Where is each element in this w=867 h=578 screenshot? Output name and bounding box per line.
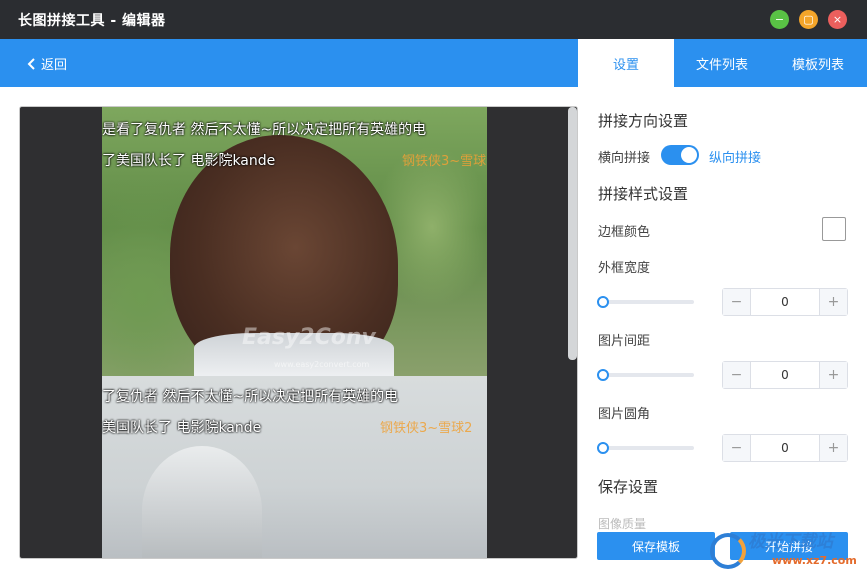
radius-slider[interactable] xyxy=(597,442,694,454)
spacing-value[interactable]: 0 xyxy=(751,362,819,388)
style-section-title: 拼接样式设置 xyxy=(598,185,689,203)
video-watermark: 钢铁侠3~雪球 xyxy=(402,154,487,169)
increment-button[interactable]: + xyxy=(819,435,847,461)
increment-button[interactable]: + xyxy=(819,289,847,315)
radius-label: 图片圆角 xyxy=(598,407,651,422)
outer-width-value[interactable]: 0 xyxy=(751,289,819,315)
outer-width-slider[interactable] xyxy=(597,296,694,308)
building-dome xyxy=(142,446,262,558)
toggle-knob xyxy=(681,147,697,163)
close-icon: × xyxy=(832,13,843,26)
brand-url: www.easy2convert.com xyxy=(274,360,370,369)
stitched-canvas: 是看了复仇者 然后不太懂~所以决定把所有英雄的电 了美国队长了 电影院kande… xyxy=(102,107,487,558)
tab-file-list[interactable]: 文件列表 xyxy=(674,39,770,87)
title-bar: 长图拼接工具 - 编辑器 − ▢ × xyxy=(0,0,867,39)
subtitle-line: 是看了复仇者 然后不太懂~所以决定把所有英雄的电 xyxy=(102,122,427,138)
direction-section-title: 拼接方向设置 xyxy=(598,112,689,130)
outer-width-label: 外框宽度 xyxy=(598,261,651,276)
image-quality-label: 图像质量 xyxy=(598,517,647,531)
spacing-slider[interactable] xyxy=(597,369,694,381)
maximize-icon: ▢ xyxy=(803,13,814,26)
slider-thumb[interactable] xyxy=(597,369,609,381)
preview-image-1: 是看了复仇者 然后不太懂~所以决定把所有英雄的电 了美国队长了 电影院kande… xyxy=(102,107,487,385)
save-template-button[interactable]: 保存模板 xyxy=(597,532,715,560)
top-toolbar: 返回 设置 文件列表 模板列表 xyxy=(0,39,867,87)
decrement-button[interactable]: − xyxy=(723,362,751,388)
vertical-label: 纵向拼接 xyxy=(709,151,762,166)
subtitle-line: 美国队长了 电影院kande xyxy=(102,420,262,436)
spacing-label: 图片间距 xyxy=(598,334,651,349)
maximize-button[interactable]: ▢ xyxy=(799,10,818,29)
preview-area[interactable]: 是看了复仇者 然后不太懂~所以决定把所有英雄的电 了美国队长了 电影院kande… xyxy=(19,106,578,559)
minimize-icon: − xyxy=(774,13,785,26)
window-title: 长图拼接工具 - 编辑器 xyxy=(18,13,166,29)
decrement-button[interactable]: − xyxy=(723,435,751,461)
preview-image-2: 了复仇者 然后不太懂~所以决定把所有英雄的电 美国队长了 电影院kande 钢铁… xyxy=(102,376,487,558)
border-color-label: 边框颜色 xyxy=(598,225,651,240)
tab-settings[interactable]: 设置 xyxy=(578,39,674,87)
minimize-button[interactable]: − xyxy=(770,10,789,29)
radius-stepper: − 0 + xyxy=(722,434,848,462)
settings-panel: 拼接方向设置 横向拼接 纵向拼接 拼接样式设置 边框颜色 外框宽度 − 0 + … xyxy=(578,87,867,578)
horizontal-label: 横向拼接 xyxy=(598,151,651,166)
save-section-title: 保存设置 xyxy=(598,478,659,496)
site-watermark-text: 极光下载站 xyxy=(748,532,833,552)
direction-toggle[interactable] xyxy=(661,145,699,165)
slider-thumb[interactable] xyxy=(597,442,609,454)
site-logo-icon xyxy=(710,533,746,569)
outer-width-stepper: − 0 + xyxy=(722,288,848,316)
app-window: 长图拼接工具 - 编辑器 − ▢ × 返回 设置 文件列表 模板列表 是看了复仇… xyxy=(0,0,867,578)
site-watermark-url: www.xz7.com xyxy=(772,554,857,567)
preview-scrollbar[interactable] xyxy=(568,107,577,360)
subtitle-line: 了美国队长了 电影院kande xyxy=(102,153,276,169)
decrement-button[interactable]: − xyxy=(723,289,751,315)
close-button[interactable]: × xyxy=(828,10,847,29)
site-watermark: 极光下载站 www.xz7.com xyxy=(706,525,866,575)
back-label: 返回 xyxy=(41,58,68,73)
brand-watermark: Easy2Conv xyxy=(242,325,376,350)
border-color-picker[interactable] xyxy=(822,217,846,241)
chevron-left-icon xyxy=(27,57,35,70)
tab-template-list[interactable]: 模板列表 xyxy=(770,39,866,87)
video-watermark: 钢铁侠3~雪球2 xyxy=(380,421,473,436)
slider-thumb[interactable] xyxy=(597,296,609,308)
back-button[interactable]: 返回 xyxy=(27,54,67,73)
subtitle-line: 了复仇者 然后不太懂~所以决定把所有英雄的电 xyxy=(102,389,399,405)
spacing-stepper: − 0 + xyxy=(722,361,848,389)
tab-bar: 设置 文件列表 模板列表 xyxy=(578,39,866,87)
radius-value[interactable]: 0 xyxy=(751,435,819,461)
increment-button[interactable]: + xyxy=(819,362,847,388)
